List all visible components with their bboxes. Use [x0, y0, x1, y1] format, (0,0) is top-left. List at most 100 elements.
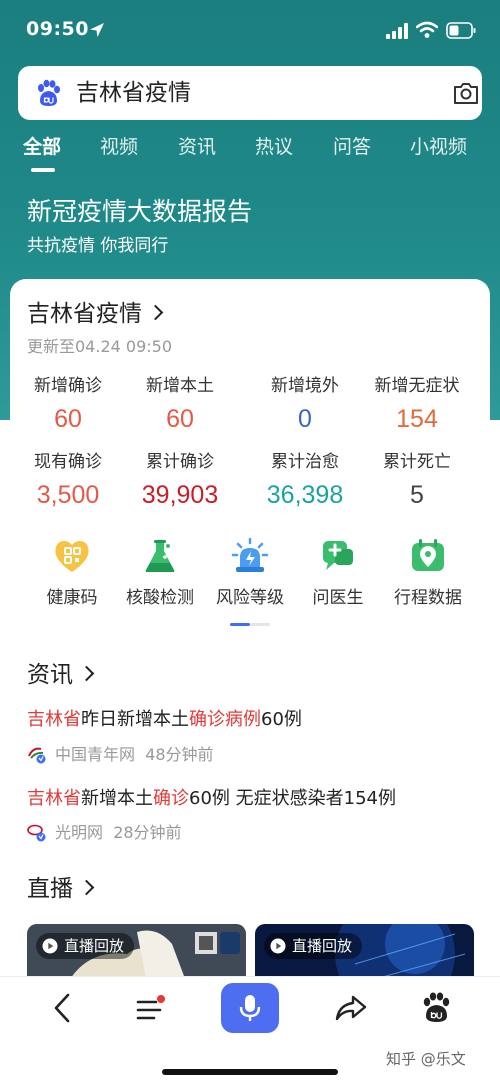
search-query[interactable]: 吉林省疫情: [76, 78, 191, 108]
carousel-pager: [230, 623, 270, 626]
cellular-signal-icon: [386, 23, 408, 39]
title-text: 60例 无症状感染者154例: [189, 788, 396, 809]
news-source: 光明网: [55, 823, 104, 842]
back-arrow-icon[interactable]: [48, 991, 78, 1025]
hero-subtitle: 共抗疫情 你我同行: [27, 236, 169, 256]
news-section-title: 资讯: [27, 662, 73, 688]
update-time: 更新至04.24 09:50: [27, 337, 173, 356]
camera-icon[interactable]: [452, 79, 480, 107]
status-time: 09:50: [26, 18, 89, 40]
stat-value: 154: [396, 405, 438, 433]
stat-total-recovered: 累计治愈 36,398: [249, 451, 361, 512]
stat-label: 新增确诊: [34, 376, 102, 396]
keyword-highlight: 吉林省: [27, 709, 81, 730]
stat-label: 累计死亡: [383, 452, 451, 472]
chevron-right-icon: [78, 879, 95, 896]
source-logo-icon: [28, 747, 46, 764]
baidu-paw-logo: [38, 79, 60, 106]
live-video-card[interactable]: 直播回放: [27, 924, 246, 984]
tab-news[interactable]: 资讯: [178, 134, 216, 160]
tab-short-video[interactable]: 小视频: [410, 134, 467, 160]
quick-action-risk-level[interactable]: 风险等级: [202, 537, 298, 610]
tab-discussion[interactable]: 热议: [255, 134, 293, 160]
stat-value: 5: [410, 481, 424, 509]
stat-new-asymptomatic: 新增无症状 154: [361, 375, 473, 436]
quick-action-label: 健康码: [46, 588, 98, 608]
news-time: 48分钟前: [145, 745, 214, 764]
stat-new-imported: 新增境外 0: [249, 375, 361, 436]
replay-badge-label: 直播回放: [64, 937, 125, 955]
live-section-link[interactable]: 直播: [27, 874, 95, 904]
play-icon: [42, 938, 58, 954]
card-title-link[interactable]: 吉林省疫情: [27, 299, 164, 329]
health-code-icon: [55, 541, 89, 572]
replay-badge: 直播回放: [36, 933, 135, 959]
stat-value: 36,398: [266, 481, 344, 509]
quick-action-nucleic-test[interactable]: 核酸检测: [112, 537, 208, 610]
stat-value: 60: [166, 405, 194, 433]
tab-video[interactable]: 视频: [100, 134, 138, 160]
chevron-right-icon: [147, 304, 164, 321]
news-item-title[interactable]: 吉林省昨日新增本土确诊病例60例: [27, 707, 477, 733]
title-text: 昨日新增本土: [81, 709, 189, 730]
stat-label: 累计确诊: [146, 452, 214, 472]
quick-action-health-code[interactable]: 健康码: [24, 537, 120, 610]
quick-action-ask-doctor[interactable]: 问医生: [290, 537, 386, 610]
tab-bar: 全部 视频 资讯 热议 问答 小视频: [0, 132, 500, 172]
alarm-light-icon: [231, 537, 269, 572]
wifi-icon: [416, 21, 438, 38]
news-section-link[interactable]: 资讯: [27, 660, 95, 690]
news-item-meta: 光明网 28分钟前: [27, 822, 182, 844]
epidemic-card: 吉林省疫情 更新至04.24 09:50 新增确诊 60 新增本土 60 新增境…: [10, 279, 490, 1082]
stat-label: 累计治愈: [271, 452, 339, 472]
title-text: 60例: [261, 709, 302, 730]
active-tab-indicator: [31, 168, 55, 172]
play-icon: [270, 938, 286, 954]
quick-action-label: 问医生: [312, 588, 364, 608]
stat-value: 3,500: [36, 481, 100, 509]
stat-total-confirmed: 累计确诊 39,903: [124, 451, 236, 512]
watermark: 知乎 @乐文: [386, 1050, 466, 1068]
tab-all[interactable]: 全部: [23, 134, 61, 160]
share-icon[interactable]: [334, 993, 368, 1023]
source-logo-icon: [27, 824, 46, 842]
location-arrow-icon: [90, 23, 104, 37]
tab-qa[interactable]: 问答: [333, 134, 371, 160]
menu-icon[interactable]: [133, 993, 167, 1025]
news-item-title[interactable]: 吉林省新增本土确诊60例 无症状感染者154例: [27, 786, 477, 812]
flask-icon: [145, 540, 175, 572]
stat-value: 39,903: [141, 481, 219, 509]
stat-total-deaths: 累计死亡 5: [361, 451, 473, 512]
stat-new-local: 新增本土 60: [124, 375, 236, 436]
search-bar[interactable]: 吉林省疫情: [18, 66, 482, 120]
stat-new-confirmed: 新增确诊 60: [12, 375, 124, 436]
stat-value: 0: [298, 405, 312, 433]
chevron-right-icon: [78, 665, 95, 682]
location-calendar-icon: [412, 539, 444, 571]
replay-badge-label: 直播回放: [292, 937, 353, 955]
live-video-card[interactable]: 直播回放: [255, 924, 474, 984]
keyword-highlight: 吉林省: [27, 788, 81, 809]
home-indicator: [162, 1069, 338, 1075]
hero-title: 新冠疫情大数据报告: [27, 197, 253, 226]
baidu-home-icon[interactable]: [420, 991, 452, 1023]
title-text: 新增本土: [81, 788, 153, 809]
battery-icon: [446, 22, 476, 39]
stat-label: 新增本土: [146, 376, 214, 396]
replay-badge: 直播回放: [264, 933, 363, 959]
quick-action-travel-data[interactable]: 行程数据: [380, 537, 476, 610]
pager-dot-active: [230, 623, 250, 626]
quick-action-label: 风险等级: [216, 588, 284, 608]
doctor-chat-icon: [323, 541, 353, 570]
voice-search-button[interactable]: [221, 983, 279, 1033]
quick-action-label: 核酸检测: [126, 588, 194, 608]
keyword-highlight: 确诊: [153, 788, 189, 809]
stat-label: 新增无症状: [374, 376, 460, 396]
stat-label: 现有确诊: [34, 452, 102, 472]
news-source: 中国青年网: [55, 745, 136, 764]
stat-value: 60: [54, 405, 82, 433]
news-item-meta: 中国青年网 48分钟前: [27, 744, 214, 766]
live-section-title: 直播: [27, 876, 73, 902]
stat-current-confirmed: 现有确诊 3,500: [12, 451, 124, 512]
status-bar: 09:50: [0, 0, 500, 62]
